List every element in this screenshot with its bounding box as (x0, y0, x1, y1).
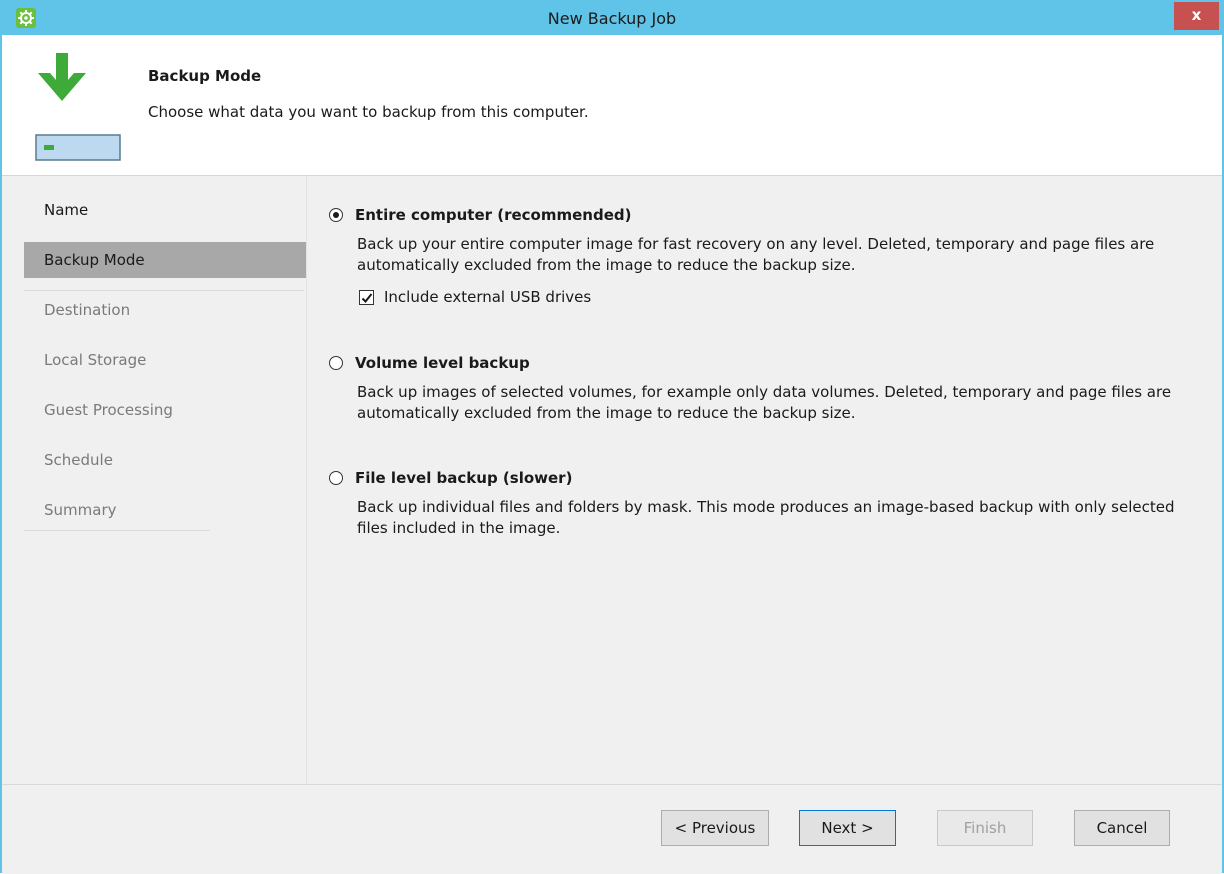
checkmark-icon (361, 293, 373, 303)
sidebar-item-summary[interactable]: Summary (24, 492, 306, 528)
sidebar-item-guest-processing[interactable]: Guest Processing (24, 392, 306, 428)
sidebar-divider (24, 290, 304, 291)
volume-level-label[interactable]: Volume level backup (355, 354, 530, 372)
page-description: Choose what data you want to backup from… (148, 103, 589, 121)
wizard-steps-sidebar: Name Backup Mode Destination Local Stora… (2, 176, 307, 784)
page-title: Backup Mode (148, 67, 262, 85)
sidebar-item-local-storage[interactable]: Local Storage (24, 342, 306, 378)
volume-level-radio[interactable] (329, 356, 343, 370)
wizard-header: Backup Mode Choose what data you want to… (2, 35, 1222, 176)
cancel-button[interactable]: Cancel (1074, 810, 1170, 846)
new-backup-job-window: New Backup Job x Backup Mode Choose what… (0, 0, 1224, 874)
wizard-footer: < Previous Next > Finish Cancel (2, 784, 1222, 874)
file-level-label[interactable]: File level backup (slower) (355, 469, 572, 487)
volume-level-description: Back up images of selected volumes, for … (357, 383, 1172, 422)
close-button[interactable]: x (1174, 2, 1219, 30)
previous-button[interactable]: < Previous (661, 810, 769, 846)
title-bar: New Backup Job x (2, 2, 1222, 35)
sidebar-item-destination[interactable]: Destination (24, 292, 306, 328)
sidebar-item-name[interactable]: Name (24, 192, 306, 228)
include-usb-label[interactable]: Include external USB drives (384, 288, 591, 306)
include-usb-checkbox[interactable] (359, 290, 374, 305)
finish-button[interactable]: Finish (937, 810, 1033, 846)
sidebar-divider (24, 530, 210, 531)
download-to-drive-icon (22, 47, 122, 163)
window-title: New Backup Job (547, 9, 677, 28)
next-button[interactable]: Next > (799, 810, 896, 846)
file-level-description: Back up individual files and folders by … (357, 498, 1175, 537)
entire-computer-description: Back up your entire computer image for f… (357, 235, 1155, 274)
sidebar-item-schedule[interactable]: Schedule (24, 442, 306, 478)
entire-computer-radio[interactable] (329, 208, 343, 222)
file-level-radio[interactable] (329, 471, 343, 485)
backup-mode-options: Entire computer (recommended) Back up yo… (307, 176, 1222, 784)
entire-computer-label[interactable]: Entire computer (recommended) (355, 206, 631, 224)
sidebar-item-backup-mode[interactable]: Backup Mode (24, 242, 306, 278)
